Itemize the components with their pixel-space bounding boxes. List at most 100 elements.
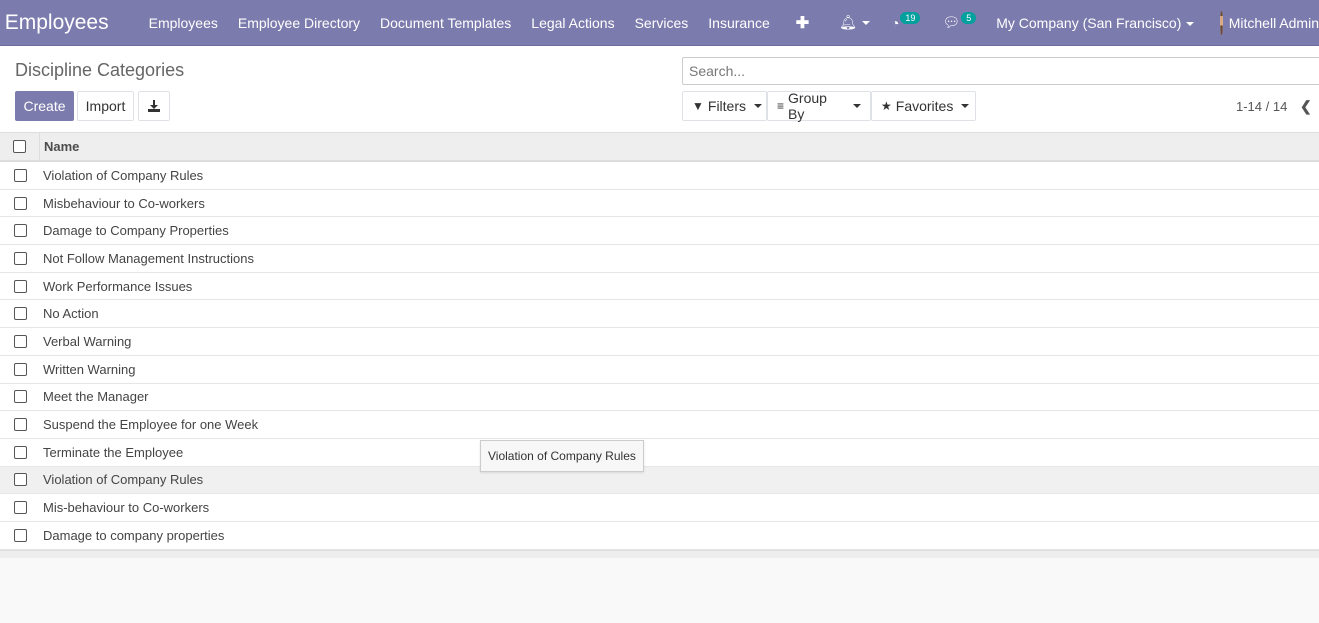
chevron-down-icon <box>861 20 870 25</box>
table-row[interactable]: Verbal Warning <box>0 328 1319 356</box>
row-name[interactable]: Written Warning <box>40 362 135 377</box>
chat-icon[interactable]: 💬︎ 5 <box>942 11 977 31</box>
row-checkbox[interactable] <box>13 445 27 459</box>
table-row[interactable]: Not Follow Management Instructions <box>0 245 1319 273</box>
row-select-cell <box>0 473 40 487</box>
row-select-cell <box>0 501 40 515</box>
row-select-cell <box>0 251 40 265</box>
row-checkbox[interactable] <box>13 362 27 376</box>
row-name[interactable]: Not Follow Management Instructions <box>40 251 254 266</box>
star-icon: ★ <box>881 99 892 113</box>
table-row[interactable]: Written Warning <box>0 355 1319 384</box>
row-select-cell <box>0 528 40 542</box>
row-name[interactable]: Violation of Company Rules <box>40 168 203 183</box>
row-name[interactable]: Meet the Manager <box>40 389 149 404</box>
page-title: Discipline Categories <box>15 60 185 80</box>
app-title[interactable]: Employees <box>5 11 109 35</box>
row-name[interactable]: Damage to company properties <box>40 528 224 543</box>
menu-legal-actions[interactable]: Legal Actions <box>531 15 614 31</box>
menu-employees[interactable]: Employees <box>149 15 218 31</box>
favorites-label: Favorites <box>895 98 954 114</box>
row-checkbox[interactable] <box>13 390 27 404</box>
row-select-cell <box>0 445 40 459</box>
filters-label: Filters <box>707 98 747 114</box>
row-checkbox[interactable] <box>13 279 27 293</box>
row-select-cell <box>0 224 40 238</box>
row-name[interactable]: No Action <box>40 306 99 321</box>
row-name[interactable]: Terminate the Employee <box>40 445 183 460</box>
activity-clock-icon[interactable]: ◔ 19 <box>891 11 921 31</box>
table-row[interactable]: Damage to Company Properties <box>0 217 1319 246</box>
top-navbar: Employees Employees Employee Directory D… <box>0 0 1319 46</box>
row-select-cell <box>0 418 40 432</box>
menu-services[interactable]: Services <box>635 15 689 31</box>
download-button[interactable] <box>138 91 170 121</box>
row-select-cell <box>0 168 40 182</box>
table-row[interactable]: Terminate the Employee <box>0 438 1319 467</box>
row-checkbox[interactable] <box>13 196 27 210</box>
table-row[interactable]: Misbehaviour to Co-workers <box>0 189 1319 218</box>
row-checkbox[interactable] <box>13 224 27 238</box>
row-checkbox[interactable] <box>13 528 27 542</box>
chevron-down-icon <box>853 104 861 108</box>
table-row[interactable]: Work Performance Issues <box>0 272 1319 301</box>
menu-employee-directory[interactable]: Employee Directory <box>238 15 360 31</box>
row-select-cell <box>0 334 40 348</box>
row-name[interactable]: Suspend the Employee for one Week <box>40 417 258 432</box>
table-row[interactable]: Suspend the Employee for one Week <box>0 411 1319 439</box>
pager-value[interactable]: 1-14 / 14 <box>1236 99 1287 114</box>
groupby-button[interactable]: ≡ Group By <box>767 90 871 122</box>
row-select-cell <box>0 390 40 404</box>
avatar[interactable] <box>1220 10 1223 35</box>
table-row[interactable]: Violation of Company Rules <box>0 466 1319 495</box>
row-select-cell <box>0 279 40 293</box>
search-input[interactable] <box>682 57 1319 85</box>
row-checkbox[interactable] <box>13 307 27 321</box>
column-header-name[interactable]: Name <box>40 139 79 154</box>
user-name[interactable]: Mitchell Admin <box>1229 15 1319 31</box>
row-select-cell <box>0 307 40 321</box>
table-footer <box>0 549 1319 558</box>
row-checkbox[interactable] <box>13 473 27 487</box>
row-select-cell <box>0 196 40 210</box>
row-name[interactable]: Damage to Company Properties <box>40 223 229 238</box>
download-icon <box>148 100 160 112</box>
create-button[interactable]: Create <box>15 91 74 121</box>
menu-document-templates[interactable]: Document Templates <box>380 15 511 31</box>
bell-icon[interactable]: 🔔︎ <box>839 14 870 31</box>
company-switcher[interactable]: My Company (San Francisco) <box>996 15 1195 31</box>
row-select-cell <box>0 362 40 376</box>
apps-menu-icon[interactable] <box>0 0 1 45</box>
list-view: Name Violation of Company Rules Misbehavi… <box>0 132 1319 558</box>
row-checkbox[interactable] <box>13 501 27 515</box>
row-name[interactable]: Work Performance Issues <box>40 279 192 294</box>
table-row[interactable]: No Action <box>0 300 1319 329</box>
table-row[interactable]: Mis-behaviour to Co-workers <box>0 494 1319 522</box>
tooltip: Violation of Company Rules <box>480 440 644 472</box>
select-all-checkbox[interactable] <box>13 140 26 153</box>
activity-count-badge: 19 <box>900 11 921 24</box>
list-icon: ≡ <box>777 99 785 113</box>
favorites-button[interactable]: ★ Favorites <box>871 91 976 121</box>
menu-insurance[interactable]: Insurance <box>708 15 769 31</box>
row-checkbox[interactable] <box>13 168 27 182</box>
row-name[interactable]: Misbehaviour to Co-workers <box>40 196 205 211</box>
chevron-down-icon <box>1186 21 1195 26</box>
filters-button[interactable]: ▼ Filters <box>682 91 767 121</box>
table-body: Violation of Company Rules Misbehaviour t… <box>0 162 1319 550</box>
row-name[interactable]: Verbal Warning <box>40 334 131 349</box>
row-name[interactable]: Mis-behaviour to Co-workers <box>40 500 209 515</box>
row-name[interactable]: Violation of Company Rules <box>40 472 203 487</box>
row-checkbox[interactable] <box>13 251 27 265</box>
chevron-left-icon[interactable]: ❮ <box>1300 98 1312 115</box>
row-checkbox[interactable] <box>13 334 27 348</box>
plus-icon[interactable]: ✚ <box>796 13 809 33</box>
import-button[interactable]: Import <box>77 91 134 121</box>
row-checkbox[interactable] <box>13 418 27 432</box>
table-row[interactable]: Damage to company properties <box>0 521 1319 550</box>
chevron-down-icon <box>754 104 763 108</box>
table-row[interactable]: Meet the Manager <box>0 383 1319 412</box>
chevron-down-icon <box>961 104 970 108</box>
table-row[interactable]: Violation of Company Rules <box>0 162 1319 190</box>
groupby-label: Group By <box>788 90 827 122</box>
